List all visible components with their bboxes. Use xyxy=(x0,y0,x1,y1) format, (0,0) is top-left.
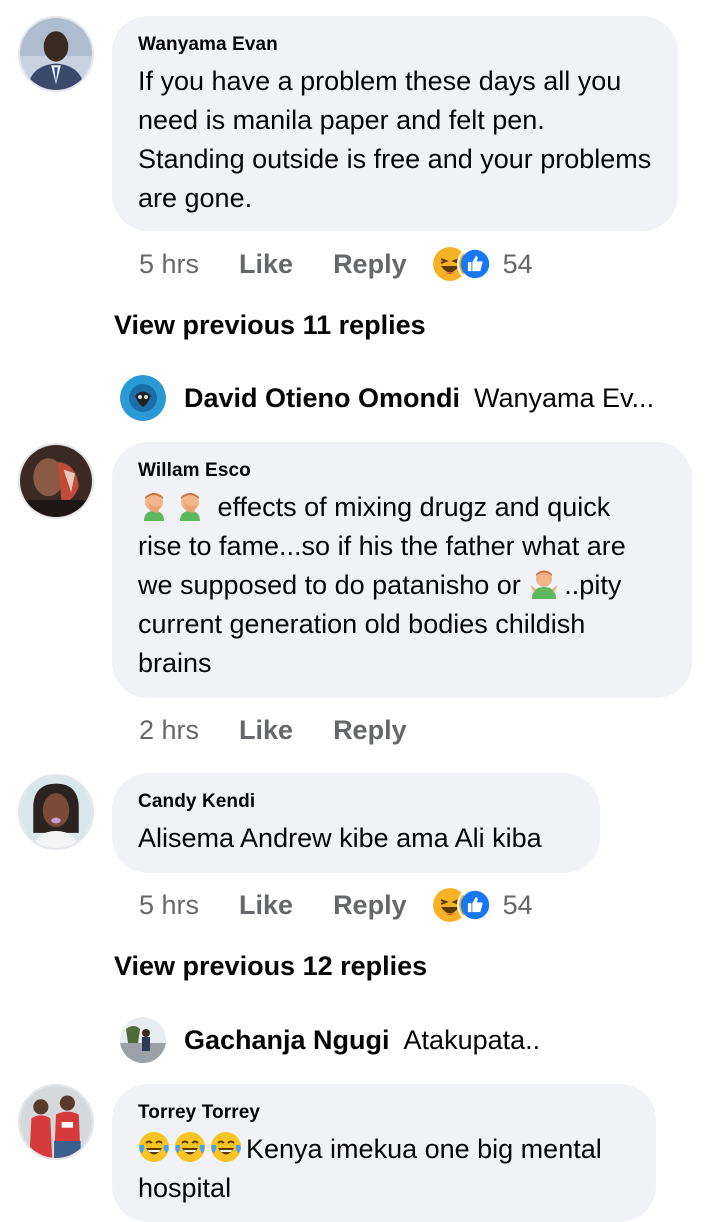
facepalm-emoji-icon xyxy=(138,489,170,521)
comment-text-line: Kenya imekua one big mental xyxy=(246,1134,602,1164)
shrug-emoji-icon xyxy=(528,567,560,599)
comment-time[interactable]: 5 hrs xyxy=(139,249,199,280)
comment-bubble[interactable]: Candy Kendi Alisema Andrew kibe ama Ali … xyxy=(112,773,600,873)
facepalm-emoji-icon xyxy=(174,489,206,521)
reply-text: Wanyama Ev... xyxy=(474,382,655,413)
comment-actions: 5 hrs Like Reply 54 xyxy=(139,885,533,925)
comment-author[interactable]: Torrey Torrey xyxy=(138,1102,630,1124)
avatar-image xyxy=(20,776,92,848)
comment-text-line: brains xyxy=(138,648,212,678)
laughing-tears-emoji-icon xyxy=(210,1131,242,1163)
like-icon xyxy=(456,887,493,923)
comment-bubble[interactable]: Wanyama Evan If you have a problem these… xyxy=(112,16,678,231)
avatar-image xyxy=(120,375,166,421)
reply-button[interactable]: Reply xyxy=(333,249,407,280)
comment-time[interactable]: 5 hrs xyxy=(139,890,199,921)
laughing-tears-emoji-icon xyxy=(174,1131,206,1163)
avatar-david-otieno-omondi[interactable] xyxy=(120,375,166,421)
avatar-gachanja-ngugi[interactable] xyxy=(120,1017,166,1063)
reply-button[interactable]: Reply xyxy=(333,890,407,921)
reply-author[interactable]: Gachanja Ngugi xyxy=(184,1025,390,1056)
comment-time[interactable]: 2 hrs xyxy=(139,715,199,746)
comment-text-line: current generation old bodies childish xyxy=(138,609,586,639)
reply-preview[interactable]: David Otieno Omondi Wanyama Ev... xyxy=(120,373,654,423)
comment-text-line: effects of mixing drugz and quick xyxy=(217,492,611,522)
comment-actions: 5 hrs Like Reply 54 xyxy=(139,244,533,284)
like-button[interactable]: Like xyxy=(239,890,293,921)
comment-text: Alisema Andrew kibe ama Ali kiba xyxy=(138,823,542,853)
avatar-wanyama-evan[interactable] xyxy=(18,16,94,92)
comment-actions: 2 hrs Like Reply xyxy=(139,710,407,750)
reaction-count: 54 xyxy=(502,248,533,279)
avatar-image xyxy=(20,18,92,90)
comment-text: Kenya imekua one big mental hospital xyxy=(138,1130,630,1208)
comment-text: If you have a problem these days all you… xyxy=(138,66,652,213)
avatar-torrey-torrey[interactable] xyxy=(18,1084,94,1160)
comment-author[interactable]: Candy Kendi xyxy=(138,791,574,813)
view-previous-replies[interactable]: View previous 12 replies xyxy=(114,951,427,982)
like-button[interactable]: Like xyxy=(239,715,293,746)
laughing-tears-emoji-icon xyxy=(138,1131,170,1163)
reply-text: Atakupata.. xyxy=(403,1024,541,1055)
comment-text: effects of mixing drugz and quick rise t… xyxy=(138,488,666,683)
comment-text-line: rise to fame...so if his the father what… xyxy=(138,531,626,561)
reply-preview[interactable]: Gachanja Ngugi Atakupata.. xyxy=(120,1015,540,1065)
avatar-image xyxy=(20,1086,92,1158)
reply-button[interactable]: Reply xyxy=(333,715,407,746)
reaction-summary[interactable]: 54 xyxy=(432,246,533,282)
like-icon xyxy=(456,246,493,282)
comment-text-line: hospital xyxy=(138,1173,232,1203)
avatar-candy-kendi[interactable] xyxy=(18,774,94,850)
like-button[interactable]: Like xyxy=(239,249,293,280)
comment-author[interactable]: Wanyama Evan xyxy=(138,34,652,56)
avatar-image xyxy=(120,1017,166,1063)
comment-bubble[interactable]: Willam Esco effects of mixing drugz and … xyxy=(112,442,692,698)
comment-text-line: ..pity xyxy=(564,570,622,600)
reaction-count: 54 xyxy=(502,889,533,920)
avatar-image xyxy=(20,445,92,517)
view-previous-replies[interactable]: View previous 11 replies xyxy=(114,310,426,341)
comment-bubble[interactable]: Torrey Torrey Kenya imekua one big menta… xyxy=(112,1084,656,1222)
reaction-summary[interactable]: 54 xyxy=(432,887,533,923)
comment-text-line: we supposed to do patanisho or xyxy=(138,570,521,600)
avatar-willam-esco[interactable] xyxy=(18,443,94,519)
comment-author[interactable]: Willam Esco xyxy=(138,460,666,482)
reply-author[interactable]: David Otieno Omondi xyxy=(184,383,460,414)
